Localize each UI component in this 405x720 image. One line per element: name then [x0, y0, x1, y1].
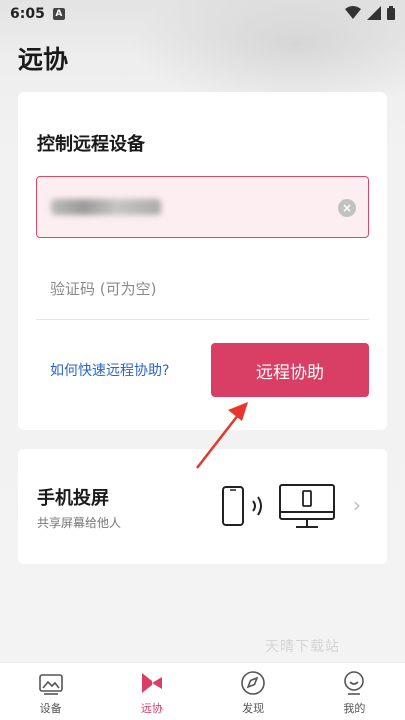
nav-item-remote-assist[interactable]: 远协 [101, 663, 202, 720]
status-icons [345, 6, 395, 20]
smile-face-icon [344, 671, 365, 695]
screen-cast-subtitle: 共享屏幕给他人 [37, 516, 122, 530]
status-time: 6:05 [10, 6, 45, 22]
battery-icon [387, 6, 395, 20]
remote-assist-button[interactable]: 远程协助 [211, 343, 369, 397]
image-icon [38, 674, 63, 695]
remote-control-title: 控制远程设备 [37, 134, 145, 155]
device-id-blurred-value [51, 199, 161, 215]
wifi-icon [345, 6, 361, 19]
signal-icon [367, 6, 381, 20]
notification-badge-icon: A [52, 8, 65, 20]
watermark: 天晴下载站 [265, 639, 340, 655]
chevron-right-icon: › [353, 493, 361, 517]
screen-cast-title: 手机投屏 [37, 488, 109, 509]
clear-icon[interactable]: × [338, 199, 356, 217]
nav-label-discover: 发现 [242, 702, 265, 715]
device-id-input[interactable]: × [36, 176, 369, 238]
verification-code-placeholder: 验证码 (可为空) [50, 280, 157, 298]
nav-label-remote-assist: 远协 [140, 702, 163, 715]
bottom-nav: 设备 远协 发现 我的 [0, 662, 405, 720]
nav-item-discover[interactable]: 发现 [203, 663, 304, 720]
verification-code-input[interactable]: 验证码 (可为空) [36, 258, 369, 320]
phone-to-monitor-icon [222, 484, 335, 528]
nav-label-devices: 设备 [39, 702, 62, 715]
remote-control-card: 控制远程设备 × 验证码 (可为空) 如何快速远程协助? 远程协助 [18, 92, 387, 430]
screen-cast-card[interactable]: 手机投屏 共享屏幕给他人 › [18, 449, 387, 564]
help-link[interactable]: 如何快速远程协助? [50, 360, 169, 380]
nav-item-devices[interactable]: 设备 [0, 663, 101, 720]
page-title: 远协 [18, 45, 69, 74]
nav-item-profile[interactable]: 我的 [304, 663, 405, 720]
status-bar: 6:05 A [0, 0, 405, 28]
bowtie-icon [141, 673, 162, 693]
nav-label-profile: 我的 [343, 702, 366, 715]
compass-icon [241, 671, 265, 695]
